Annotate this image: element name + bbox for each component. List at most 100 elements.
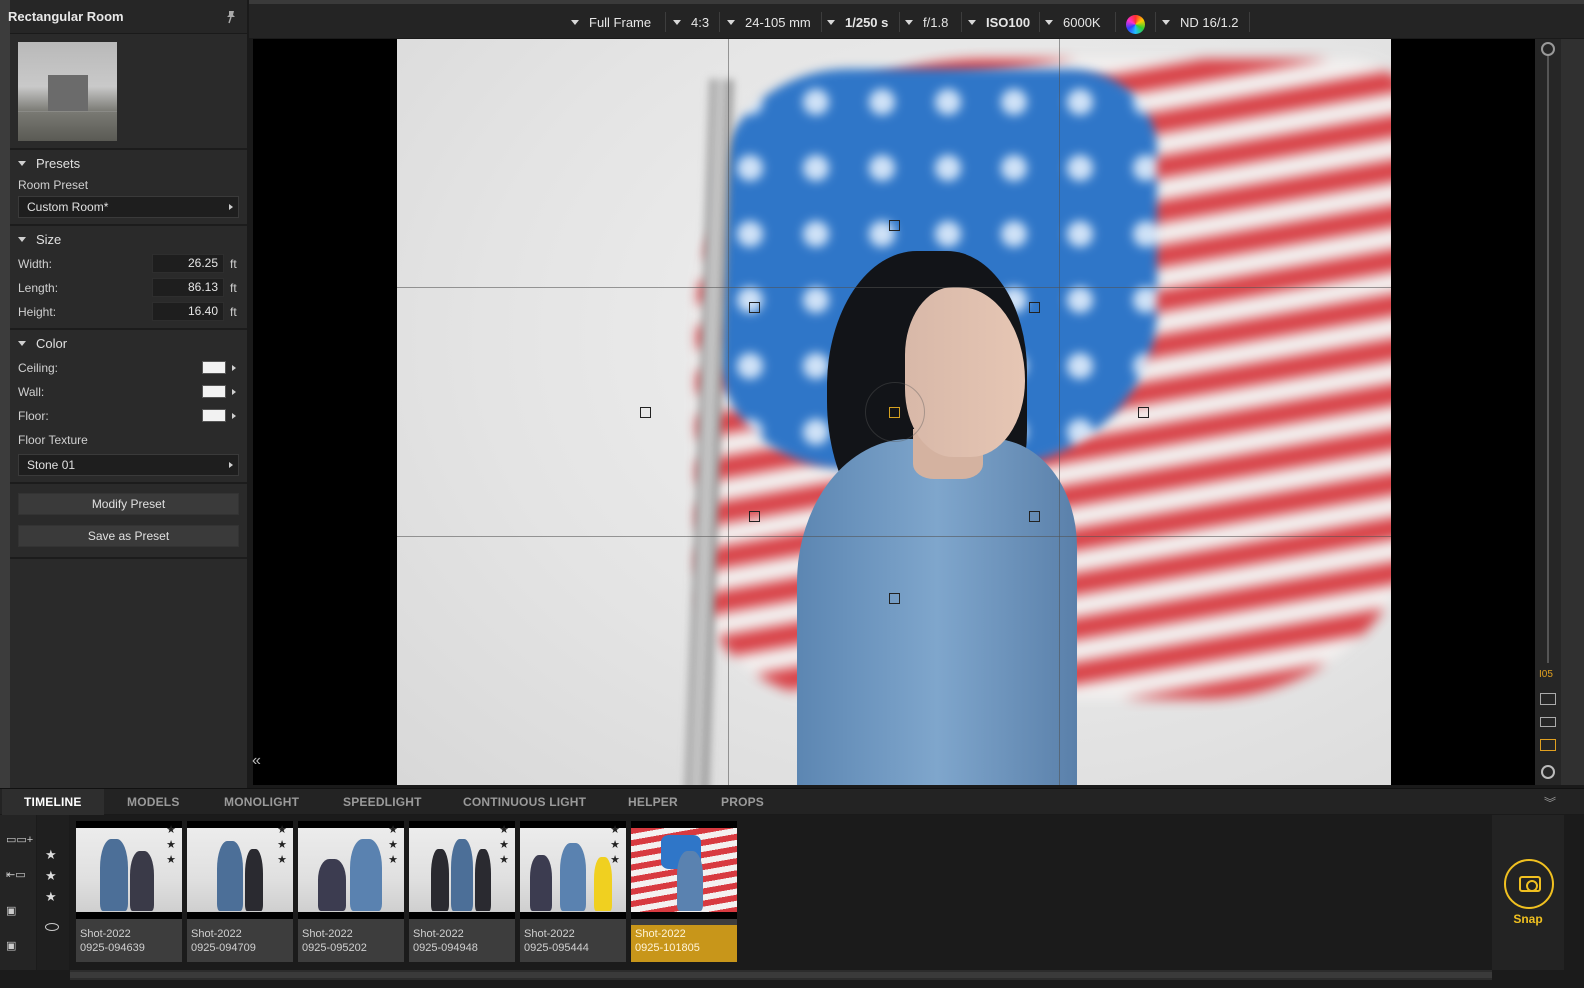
tab-props[interactable]: PROPS xyxy=(721,789,764,815)
scene-preview[interactable] xyxy=(397,39,1391,785)
timeline-shot[interactable]: ★ ★ ★ Shot-2022 0925-094639 xyxy=(76,821,182,962)
focus-point[interactable] xyxy=(1029,302,1040,313)
shot-label: Shot-2022 0925-095444 xyxy=(524,928,589,954)
export-image-icon[interactable]: ▣ xyxy=(6,904,30,920)
iso-value: ISO100 xyxy=(986,14,1031,30)
room-thumbnail[interactable] xyxy=(18,42,117,141)
color-header[interactable]: Color xyxy=(10,330,247,356)
export-all-icon[interactable]: ▣ xyxy=(6,939,30,955)
shot-rating[interactable]: ★ ★ ★ xyxy=(277,823,287,868)
chevron-right-icon[interactable] xyxy=(232,389,236,395)
aperture-value: f/1.8 xyxy=(923,14,949,30)
nd-filter-dropdown[interactable]: ND 16/1.2 xyxy=(1162,10,1239,34)
navigation-icon[interactable] xyxy=(1541,765,1555,779)
iso-dropdown[interactable]: ISO100 xyxy=(968,10,1030,34)
grid-overlay-icon[interactable] xyxy=(1540,693,1556,705)
room-thumbnail-area xyxy=(10,34,247,150)
focus-point[interactable] xyxy=(889,220,900,231)
star-icon[interactable]: ★ xyxy=(45,847,57,863)
floor-texture-dropdown[interactable]: Stone 01 xyxy=(18,454,239,476)
room-preset-value: Custom Room* xyxy=(27,200,109,214)
tab-monolight[interactable]: MONOLIGHT xyxy=(224,789,299,815)
chevron-right-icon[interactable] xyxy=(232,413,236,419)
focus-point[interactable] xyxy=(640,407,651,418)
tab-timeline[interactable]: TIMELINE xyxy=(2,789,104,815)
focus-point[interactable] xyxy=(1138,407,1149,418)
frame-guide-icon[interactable] xyxy=(1540,739,1556,751)
shot-rating[interactable]: ★ ★ ★ xyxy=(166,823,176,868)
camera-viewport[interactable] xyxy=(253,39,1535,785)
room-preset-dropdown[interactable]: Custom Room* xyxy=(18,196,239,218)
tab-models[interactable]: MODELS xyxy=(127,789,180,815)
shutter-dropdown[interactable]: 1/250 s xyxy=(827,10,888,34)
star-icon[interactable]: ★ xyxy=(45,889,57,905)
toolbar-separator xyxy=(719,12,720,32)
import-shot-icon[interactable]: ⇤▭ xyxy=(6,868,30,884)
shot-figure xyxy=(100,839,128,911)
white-balance-dropdown[interactable]: 6000K xyxy=(1045,10,1101,34)
eye-icon[interactable] xyxy=(45,923,59,931)
width-input[interactable]: 26.25 xyxy=(152,254,224,273)
tab-speedlight[interactable]: SPEEDLIGHT xyxy=(343,789,422,815)
lens-dropdown[interactable]: 24-105 mm xyxy=(727,10,811,34)
color-wheel-icon[interactable] xyxy=(1126,15,1145,34)
timeline-shot[interactable]: ★ ★ ★ Shot-2022 0925-094948 xyxy=(409,821,515,962)
color-section: Color Ceiling: Wall: Floor: Floor Textur… xyxy=(10,330,247,484)
shot-label: Shot-2022 0925-094709 xyxy=(191,928,256,954)
timeline-scrollbar-thumb[interactable] xyxy=(70,972,1492,978)
timeline-shot[interactable]: ★ ★ ★ Shot-2022 0925-094709 xyxy=(187,821,293,962)
bottom-tab-bar: TIMELINE MODELS MONOLIGHT SPEEDLIGHT CON… xyxy=(0,788,1584,815)
aperture-dropdown[interactable]: f/1.8 xyxy=(905,10,948,34)
shot-rating[interactable]: ★ ★ ★ xyxy=(610,823,620,868)
save-as-preset-button[interactable]: Save as Preset xyxy=(18,525,239,547)
zoom-slider-knob[interactable] xyxy=(1541,42,1555,56)
presets-header[interactable]: Presets xyxy=(10,150,247,176)
shot-rating[interactable]: ★ ★ ★ xyxy=(499,823,509,868)
snap-label[interactable]: Snap xyxy=(1492,912,1564,926)
timeline-scrollbar[interactable] xyxy=(70,970,1492,980)
shot-figure xyxy=(530,855,552,911)
chevron-right-icon[interactable] xyxy=(232,365,236,371)
floor-color-swatch[interactable] xyxy=(202,409,226,422)
height-input[interactable]: 16.40 xyxy=(152,302,224,321)
focus-ring xyxy=(865,382,925,442)
shot-rating[interactable]: ★ ★ ★ xyxy=(388,823,398,868)
size-header[interactable]: Size xyxy=(10,226,247,252)
focus-point[interactable] xyxy=(889,593,900,604)
aspect-dropdown[interactable]: 4:3 xyxy=(673,10,709,34)
dropdown-arrow-icon xyxy=(727,19,735,25)
zoom-slider-track[interactable] xyxy=(1547,53,1549,663)
dropdown-arrow-icon xyxy=(571,19,579,25)
room-floor-line xyxy=(18,111,117,112)
collapse-panel-icon[interactable]: « xyxy=(252,752,261,770)
wall-color-swatch[interactable] xyxy=(202,385,226,398)
aspect-value: 4:3 xyxy=(691,14,710,30)
shot-label: Shot-2022 0925-095202 xyxy=(302,928,367,954)
toolbar-separator xyxy=(1249,12,1250,32)
tab-continuous-light[interactable]: CONTINUOUS LIGHT xyxy=(463,789,586,815)
toolbar-separator xyxy=(1039,12,1040,32)
timeline-shot[interactable]: ★ ★ ★ Shot-2022 0925-095444 xyxy=(520,821,626,962)
presets-heading: Presets xyxy=(36,155,81,171)
right-edge xyxy=(1561,39,1584,785)
nd-filter-value: ND 16/1.2 xyxy=(1180,14,1239,30)
snap-button[interactable] xyxy=(1504,859,1554,909)
modify-preset-button[interactable]: Modify Preset xyxy=(18,493,239,515)
focus-point[interactable] xyxy=(749,511,760,522)
shot-thumbnail xyxy=(631,821,737,919)
dropdown-arrow-icon xyxy=(1162,19,1170,25)
tab-helper[interactable]: HELPER xyxy=(628,789,678,815)
timeline-shot-selected[interactable]: Shot-2022 0925-101805 xyxy=(631,821,737,962)
collapse-triangle-icon xyxy=(18,340,26,346)
histogram-icon[interactable] xyxy=(1540,717,1556,727)
star-icon[interactable]: ★ xyxy=(45,868,57,884)
add-shot-icon[interactable]: ▭▭+ xyxy=(6,833,33,849)
focus-point[interactable] xyxy=(749,302,760,313)
timeline-shot[interactable]: ★ ★ ★ Shot-2022 0925-095202 xyxy=(298,821,404,962)
chevron-double-down-icon[interactable]: ︾ xyxy=(1544,794,1556,811)
pin-icon[interactable] xyxy=(225,10,237,24)
ceiling-color-swatch[interactable] xyxy=(202,361,226,374)
focus-point[interactable] xyxy=(1029,511,1040,522)
sensor-dropdown[interactable]: Full Frame xyxy=(571,10,651,34)
length-input[interactable]: 86.13 xyxy=(152,278,224,297)
